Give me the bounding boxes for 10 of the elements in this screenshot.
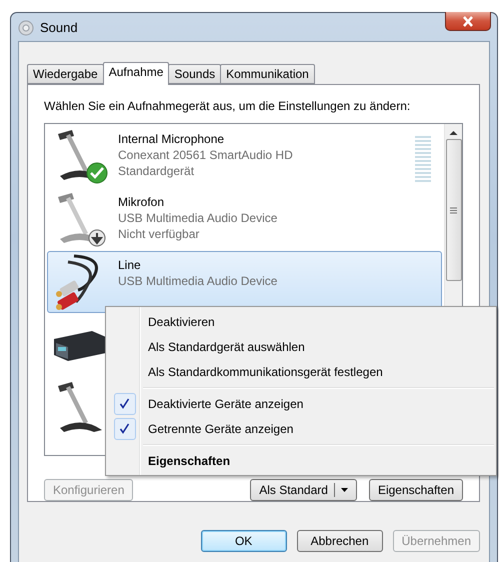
device-driver: USB Multimedia Audio Device bbox=[118, 273, 278, 289]
device-name: Line bbox=[118, 257, 142, 273]
device-status: Nicht verfügbar bbox=[118, 226, 200, 242]
device-name: Mikrofon bbox=[118, 194, 166, 210]
device-status: Standardgerät bbox=[118, 163, 196, 179]
instruction-text: Wählen Sie ein Aufnahmegerät aus, um die Einstellungen zu ändern: bbox=[44, 99, 412, 113]
device-name: Internal Microphone bbox=[118, 131, 226, 147]
window-title: Sound bbox=[40, 20, 78, 35]
device-driver: Conexant 20561 SmartAudio HD bbox=[118, 147, 293, 163]
device-driver: USB Multimedia Audio Device bbox=[118, 210, 278, 226]
